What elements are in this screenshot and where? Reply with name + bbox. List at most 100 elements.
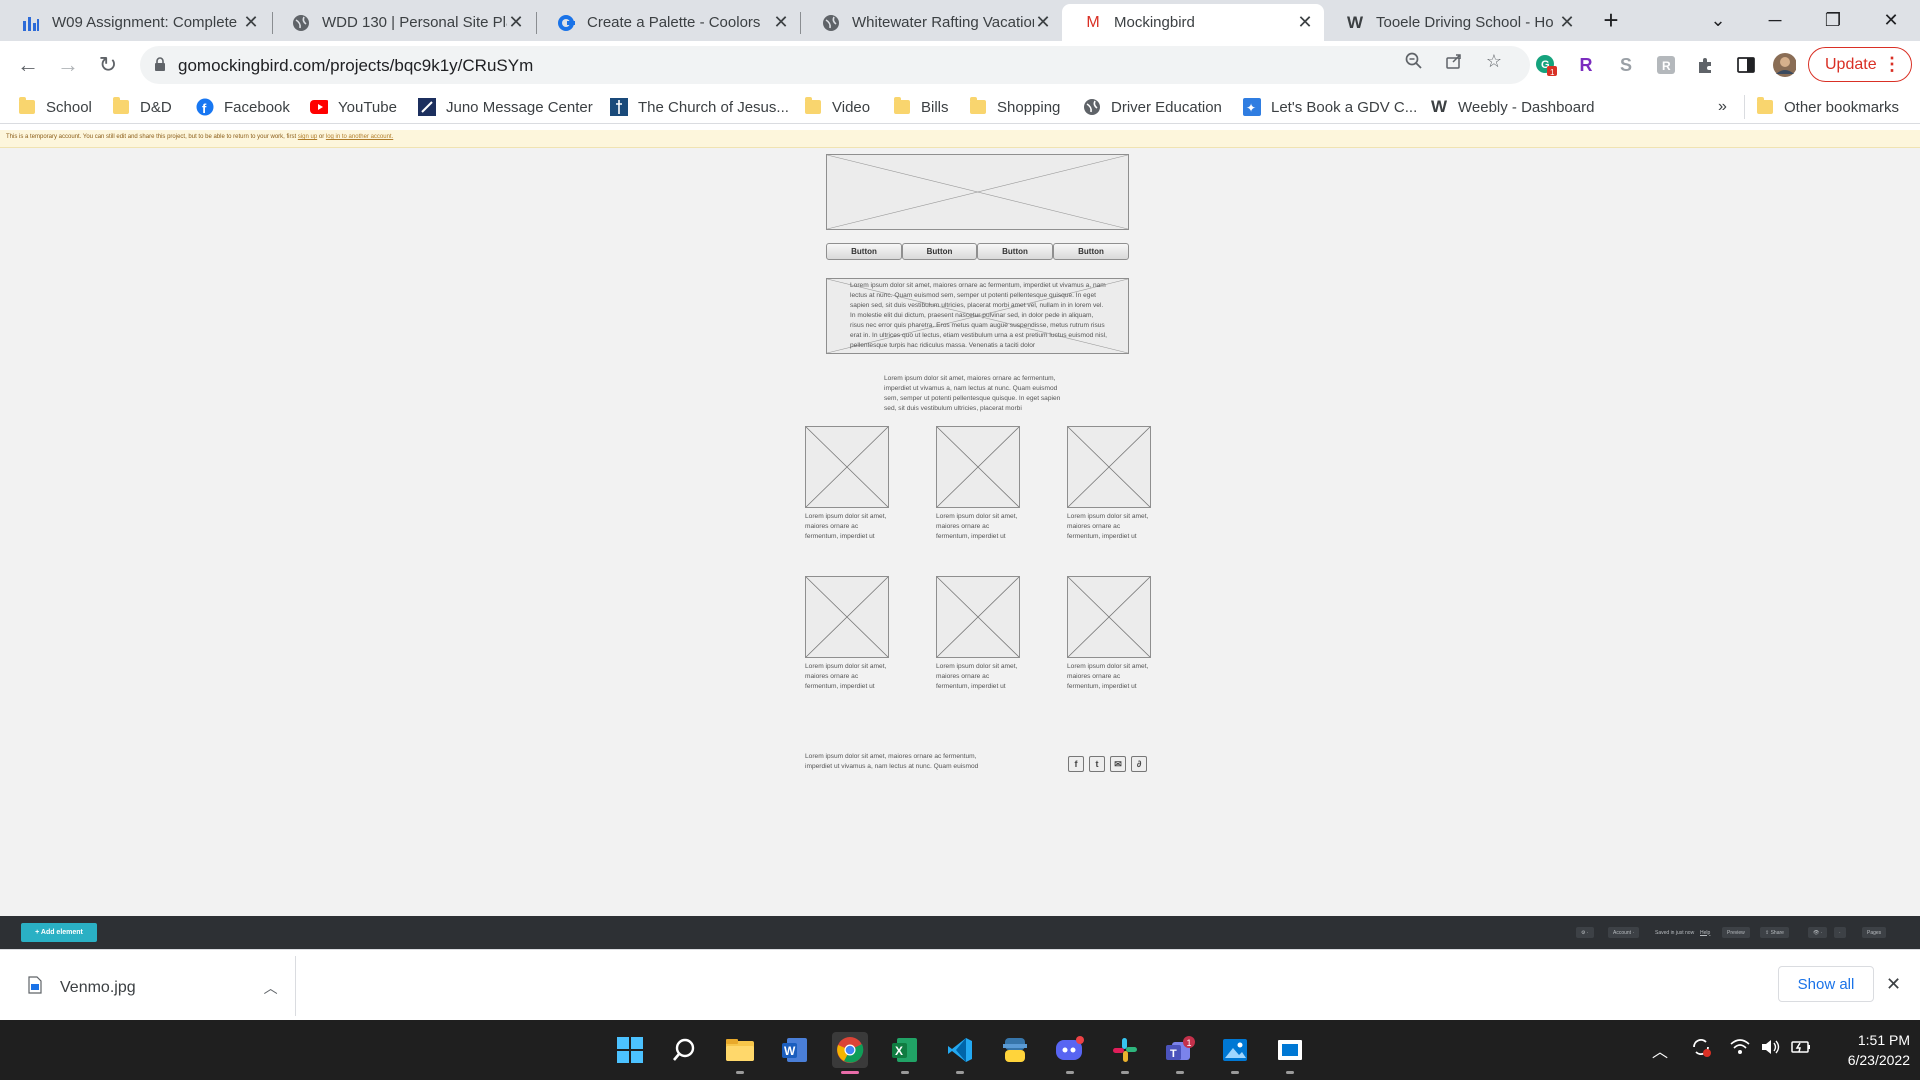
wifi-icon[interactable] bbox=[1730, 1038, 1750, 1061]
bookmark-other-bookmarks[interactable]: Other bookmarks bbox=[1756, 95, 1899, 119]
tab-wdd130[interactable]: WDD 130 | Personal Site Pla ✕ bbox=[270, 4, 535, 41]
twitter-icon[interactable]: t bbox=[1089, 756, 1105, 772]
misc-menu[interactable]: · bbox=[1834, 927, 1846, 938]
python-icon[interactable] bbox=[997, 1032, 1033, 1068]
footer-paragraph[interactable]: Lorem ipsum dolor sit amet, maiores orna… bbox=[805, 752, 987, 772]
restore-button[interactable]: ❐ bbox=[1810, 0, 1856, 41]
share-icon[interactable] bbox=[1444, 51, 1464, 71]
grammarly-extension-icon[interactable]: G1 bbox=[1534, 53, 1558, 77]
bookmarks-overflow-chevron-icon[interactable]: » bbox=[1718, 95, 1727, 119]
bookmark-facebook[interactable]: f Facebook bbox=[196, 95, 290, 119]
bookmark-youtube[interactable]: YouTube bbox=[310, 95, 397, 119]
teams-icon[interactable]: T1 bbox=[1162, 1032, 1198, 1074]
bookmark-driver-education[interactable]: Driver Education bbox=[1083, 95, 1222, 119]
bookmark-school[interactable]: School bbox=[18, 95, 92, 119]
image-caption[interactable]: Lorem ipsum dolor sit amet, maiores orna… bbox=[1067, 662, 1151, 692]
image-caption[interactable]: Lorem ipsum dolor sit amet, maiores orna… bbox=[936, 662, 1020, 692]
tab-mockingbird[interactable]: M Mockingbird ✕ bbox=[1062, 4, 1324, 41]
extensions-puzzle-icon[interactable] bbox=[1694, 53, 1718, 77]
add-element-button[interactable]: + Add element bbox=[21, 923, 97, 942]
sign-up-link[interactable]: sign up bbox=[298, 134, 317, 140]
wireframe-button[interactable]: Button bbox=[1053, 243, 1129, 260]
tab-w09-assignment[interactable]: W09 Assignment: Complete ✕ bbox=[0, 4, 270, 41]
image-placeholder[interactable] bbox=[805, 576, 889, 658]
back-button[interactable]: ← bbox=[12, 49, 44, 81]
overlay-paragraph[interactable]: Lorem ipsum dolor sit amet, maiores orna… bbox=[850, 281, 1108, 351]
show-all-button[interactable]: Show all bbox=[1778, 966, 1874, 1002]
wireframe-button[interactable]: Button bbox=[902, 243, 977, 260]
image-caption[interactable]: Lorem ipsum dolor sit amet, maiores orna… bbox=[805, 662, 889, 692]
close-icon[interactable]: ✕ bbox=[1296, 12, 1314, 33]
tab-whitewater[interactable]: Whitewater Rafting Vacation ✕ bbox=[800, 4, 1062, 41]
center-paragraph[interactable]: Lorem ipsum dolor sit amet, maiores orna… bbox=[884, 374, 1066, 414]
system-clock[interactable]: 1:51 PM 6/23/2022 bbox=[1820, 1030, 1910, 1070]
close-window-button[interactable]: ✕ bbox=[1868, 0, 1914, 41]
log-in-link[interactable]: log in to another account. bbox=[326, 134, 393, 140]
close-icon[interactable]: ✕ bbox=[1886, 974, 1901, 995]
address-bar[interactable]: gomockingbird.com/projects/bqc9k1y/CRuSY… bbox=[140, 46, 1530, 84]
bookmark-bills[interactable]: Bills bbox=[893, 95, 949, 119]
update-button[interactable]: Update ⋮ bbox=[1808, 47, 1912, 82]
volume-icon[interactable] bbox=[1760, 1038, 1782, 1061]
bookmark-shopping[interactable]: Shopping bbox=[969, 95, 1060, 119]
pages-button[interactable]: Pages bbox=[1862, 927, 1887, 938]
image-caption[interactable]: Lorem ipsum dolor sit amet, maiores orna… bbox=[1067, 512, 1151, 542]
view-menu[interactable]: 👁 · bbox=[1808, 927, 1828, 938]
photos-icon[interactable] bbox=[1217, 1032, 1253, 1074]
s-extension-icon[interactable]: S bbox=[1614, 53, 1638, 77]
wireframe-button[interactable]: Button bbox=[826, 243, 902, 260]
forward-button[interactable]: → bbox=[52, 49, 84, 81]
link-icon[interactable]: ∂ bbox=[1131, 756, 1147, 772]
bookmark-juno[interactable]: Juno Message Center bbox=[418, 95, 593, 119]
reload-button[interactable]: ↻ bbox=[92, 49, 124, 81]
email-icon[interactable]: ✉ bbox=[1110, 756, 1126, 772]
bookmark-dnd[interactable]: D&D bbox=[112, 95, 172, 119]
battery-icon[interactable] bbox=[1790, 1038, 1812, 1061]
discord-icon[interactable] bbox=[1052, 1032, 1088, 1074]
preview-button[interactable]: Preview bbox=[1722, 927, 1750, 938]
chrome-icon[interactable] bbox=[832, 1032, 868, 1074]
close-icon[interactable]: ✕ bbox=[507, 12, 525, 33]
tray-overflow-chevron-icon[interactable]: ︿ bbox=[1652, 1038, 1668, 1062]
image-placeholder[interactable] bbox=[826, 154, 1129, 230]
image-placeholder[interactable] bbox=[936, 426, 1020, 508]
close-icon[interactable]: ✕ bbox=[242, 12, 260, 33]
vscode-icon[interactable] bbox=[942, 1032, 978, 1074]
side-panel-icon[interactable] bbox=[1734, 53, 1758, 77]
bookmark-church[interactable]: The Church of Jesus... bbox=[610, 95, 789, 119]
share-button[interactable]: ⇪ Share bbox=[1760, 927, 1789, 938]
word-icon[interactable]: W bbox=[777, 1032, 813, 1068]
image-placeholder[interactable] bbox=[1067, 576, 1151, 658]
chevron-up-icon[interactable]: ︿ bbox=[264, 978, 278, 998]
tab-coolors[interactable]: Create a Palette - Coolors ✕ bbox=[535, 4, 800, 41]
image-caption[interactable]: Lorem ipsum dolor sit amet, maiores orna… bbox=[805, 512, 889, 542]
new-tab-button[interactable]: + bbox=[1588, 0, 1634, 41]
search-icon[interactable] bbox=[668, 1032, 704, 1068]
close-icon[interactable]: ✕ bbox=[1558, 12, 1576, 33]
sync-status-icon[interactable] bbox=[1690, 1036, 1712, 1063]
excel-icon[interactable]: X bbox=[887, 1032, 923, 1074]
tab-tooele-driving[interactable]: W Tooele Driving School - Ho ✕ bbox=[1324, 4, 1586, 41]
bookmark-gdv[interactable]: ✦ Let's Book a GDV C... bbox=[1243, 95, 1417, 119]
close-icon[interactable]: ✕ bbox=[772, 12, 790, 33]
r-grey-extension-icon[interactable]: R bbox=[1654, 53, 1678, 77]
close-icon[interactable]: ✕ bbox=[1034, 12, 1052, 33]
avatar[interactable] bbox=[1772, 53, 1796, 77]
account-menu[interactable]: Account · bbox=[1608, 927, 1640, 938]
windows-start-icon[interactable] bbox=[612, 1032, 648, 1068]
bookmark-video[interactable]: Video bbox=[804, 95, 870, 119]
help-link[interactable]: Help bbox=[1695, 927, 1715, 938]
image-placeholder[interactable] bbox=[936, 576, 1020, 658]
wireframe-button[interactable]: Button bbox=[977, 243, 1053, 260]
image-placeholder[interactable] bbox=[805, 426, 889, 508]
file-explorer-icon[interactable] bbox=[722, 1032, 758, 1074]
facebook-icon[interactable]: f bbox=[1068, 756, 1084, 772]
image-caption[interactable]: Lorem ipsum dolor sit amet, maiores orna… bbox=[936, 512, 1020, 542]
bookmark-weebly[interactable]: W Weebly - Dashboard bbox=[1430, 95, 1595, 119]
download-item[interactable]: Venmo.jpg ︿ bbox=[28, 976, 278, 999]
r-extension-icon[interactable]: R bbox=[1574, 53, 1598, 77]
app-window-icon[interactable] bbox=[1272, 1032, 1308, 1074]
bookmark-star-icon[interactable]: ☆ bbox=[1484, 51, 1504, 71]
slack-icon[interactable] bbox=[1107, 1032, 1143, 1074]
image-placeholder[interactable] bbox=[1067, 426, 1151, 508]
